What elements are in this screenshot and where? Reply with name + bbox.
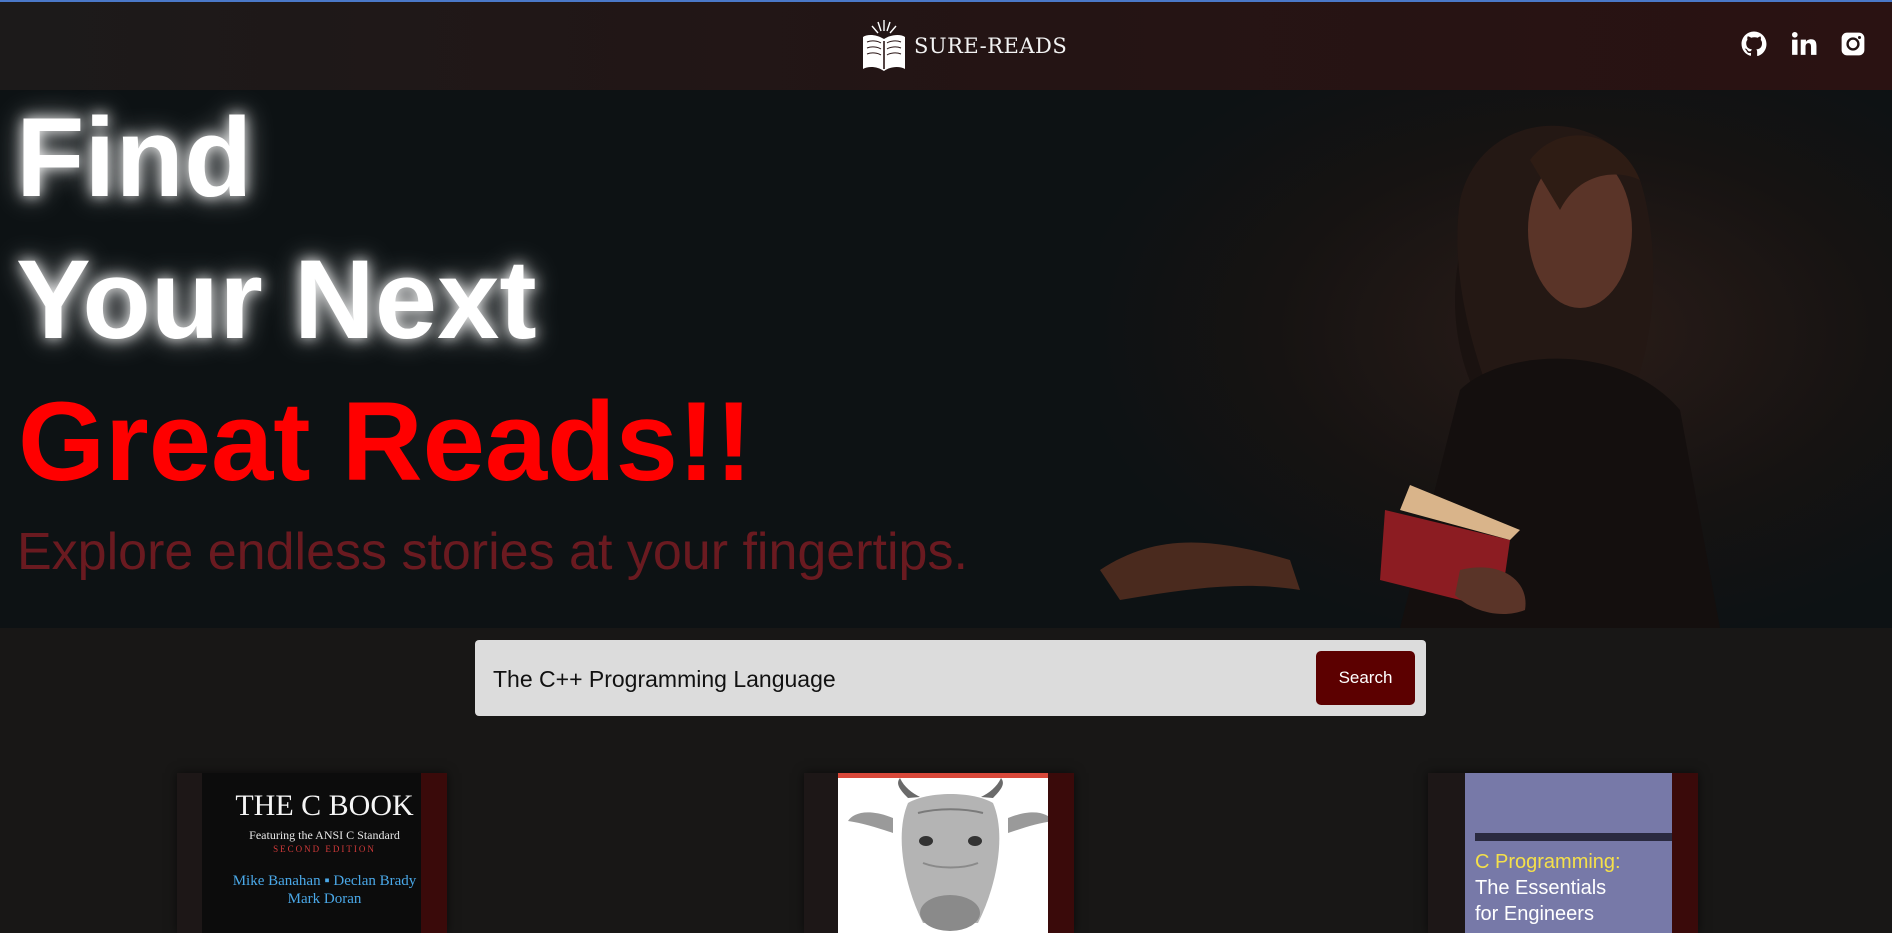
instagram-icon — [1841, 32, 1865, 56]
search-bar: Search — [475, 640, 1426, 716]
hero-heading-line-3: Great Reads!! — [18, 379, 753, 504]
book-cover[interactable] — [838, 773, 1063, 933]
book-cover-title: THE C BOOK — [235, 789, 414, 822]
github-link[interactable] — [1740, 30, 1768, 58]
brand-name: SURE-READS — [914, 34, 1068, 58]
hero-heading-line-2: Your Next — [16, 237, 537, 362]
brand-logo[interactable]: SURE-READS — [860, 16, 1067, 76]
hero-background-photo — [1100, 90, 1892, 628]
cover-header-bar — [838, 773, 1063, 778]
card-accent — [1672, 773, 1698, 933]
book-cover-title: The Essentials — [1475, 877, 1607, 899]
open-book-logo-icon — [863, 20, 905, 71]
hero-tagline: Explore endless stories at your fingerti… — [17, 523, 968, 581]
book-cover-title: for Engineers — [1475, 903, 1594, 925]
hero-banner: Find Your Next Great Reads!! Explore end… — [0, 90, 1892, 628]
github-icon — [1741, 31, 1767, 57]
book-cover-series — [1475, 833, 1680, 841]
instagram-link[interactable] — [1839, 30, 1867, 58]
search-input[interactable] — [491, 654, 1275, 704]
book-cover-title: C Programming: — [1475, 851, 1621, 873]
book-card[interactable]: C Programming: The Essentials for Engine… — [1428, 773, 1698, 933]
site-header: SURE-READS — [0, 2, 1892, 90]
linkedin-link[interactable] — [1790, 30, 1818, 58]
book-cover-subtitle: Featuring the ANSI C Standard — [249, 828, 400, 842]
book-card[interactable] — [804, 773, 1074, 933]
book-cover-authors: Mike Banahan ▪ Declan Brady — [232, 873, 417, 889]
person-reading-illustration — [1100, 125, 1720, 628]
book-card[interactable]: THE C BOOK Featuring the ANSI C Standard… — [177, 773, 447, 933]
book-cover-authors: Mark Doran — [287, 891, 362, 907]
ox-engraving-image — [848, 778, 1053, 931]
card-accent — [1048, 773, 1074, 933]
linkedin-icon — [1791, 31, 1817, 55]
search-button[interactable]: Search — [1316, 651, 1415, 705]
book-cover-edition: SECOND EDITION — [273, 844, 376, 854]
book-cover[interactable]: C Programming: The Essentials for Engine… — [1465, 773, 1688, 933]
card-accent — [421, 773, 447, 933]
book-cover[interactable]: THE C BOOK Featuring the ANSI C Standard… — [202, 773, 447, 933]
hero-heading-line-1: Find — [16, 95, 253, 220]
